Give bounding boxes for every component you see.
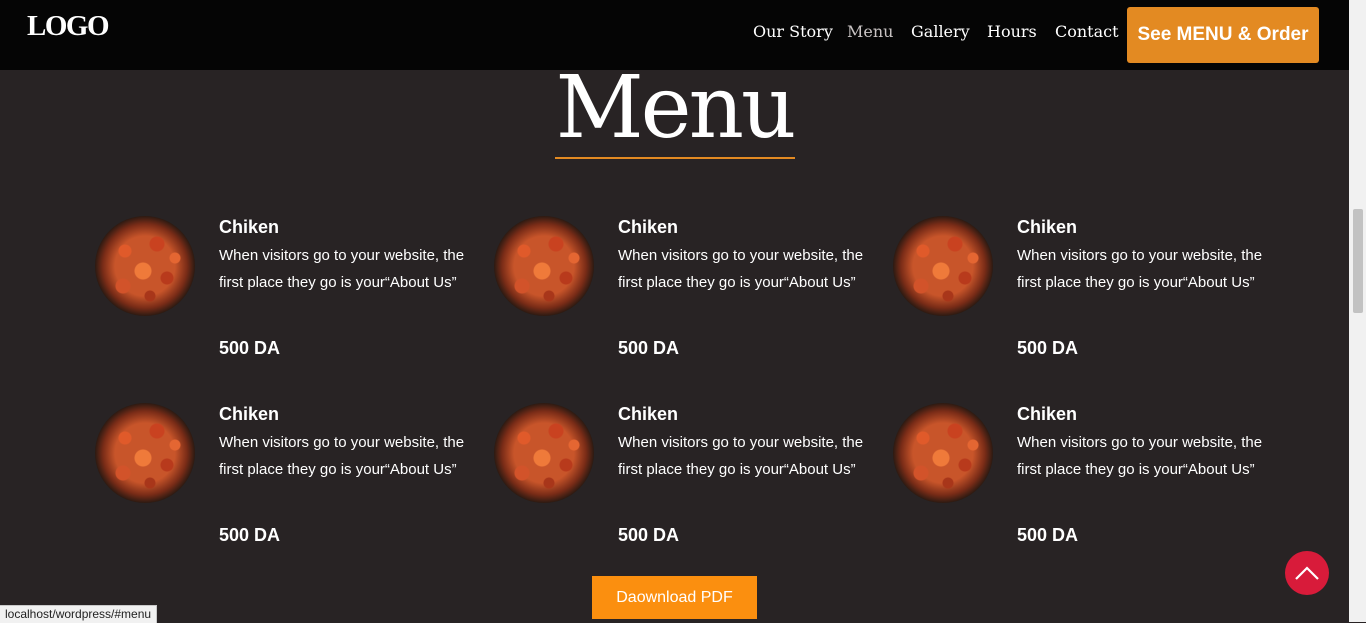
menu-item-price: 500 DA <box>219 525 281 545</box>
menu-item-price: 500 DA <box>1017 338 1079 358</box>
menu-item: Chiken When visitors go to your website, … <box>95 216 475 358</box>
menu-item: Chiken When visitors go to your website, … <box>893 216 1273 358</box>
menu-item: Chiken When visitors go to your website, … <box>494 403 874 545</box>
menu-item-description: When visitors go to your website, the fi… <box>1017 247 1263 291</box>
menu-item-description: When visitors go to your website, the fi… <box>618 434 864 478</box>
menu-item-image <box>893 403 993 503</box>
page-title: Menu <box>555 58 797 158</box>
nav-item-gallery[interactable]: Gallery <box>911 22 970 41</box>
menu-item-price: 500 DA <box>618 338 680 358</box>
see-menu-order-button[interactable]: See MENU & Order <box>1127 7 1319 63</box>
nav-item-contact[interactable]: Contact <box>1055 22 1119 41</box>
menu-item-description: When visitors go to your website, the fi… <box>1017 434 1263 478</box>
title-underline <box>555 157 795 159</box>
menu-item-name: Chiken <box>618 217 679 237</box>
scrollbar-thumb[interactable] <box>1353 209 1363 313</box>
scrollbar[interactable] <box>1349 0 1366 622</box>
menu-item-description: When visitors go to your website, the fi… <box>219 434 465 478</box>
download-pdf-button[interactable]: Daownload PDF <box>592 576 757 619</box>
chevron-up-icon <box>1295 566 1319 580</box>
menu-item-image <box>95 403 195 503</box>
menu-item-name: Chiken <box>1017 404 1078 424</box>
status-bar-url: localhost/wordpress/#menu <box>0 605 158 623</box>
menu-item-name: Chiken <box>219 404 280 424</box>
menu-item-price: 500 DA <box>219 338 281 358</box>
menu-item: Chiken When visitors go to your website, … <box>494 216 874 358</box>
menu-item-description: When visitors go to your website, the fi… <box>618 247 864 291</box>
menu-item-image <box>95 216 195 316</box>
nav-item-menu[interactable]: Menu <box>847 22 893 41</box>
nav-item-our-story[interactable]: Our Story <box>753 22 833 41</box>
nav-item-hours[interactable]: Hours <box>987 22 1037 41</box>
menu-item-price: 500 DA <box>1017 525 1079 545</box>
menu-item-name: Chiken <box>1017 217 1078 237</box>
menu-item-name: Chiken <box>219 217 280 237</box>
menu-item-name: Chiken <box>618 404 679 424</box>
menu-item: Chiken When visitors go to your website, … <box>95 403 475 545</box>
menu-item-image <box>494 403 594 503</box>
menu-item-description: When visitors go to your website, the fi… <box>219 247 465 291</box>
back-to-top-button[interactable] <box>1285 551 1329 595</box>
menu-item: Chiken When visitors go to your website, … <box>893 403 1273 545</box>
menu-item-price: 500 DA <box>618 525 680 545</box>
menu-item-image <box>494 216 594 316</box>
site-header: LOGO Our Story Menu Gallery Hours Contac… <box>0 0 1349 70</box>
menu-item-image <box>893 216 993 316</box>
logo[interactable]: LOGO <box>27 10 110 43</box>
